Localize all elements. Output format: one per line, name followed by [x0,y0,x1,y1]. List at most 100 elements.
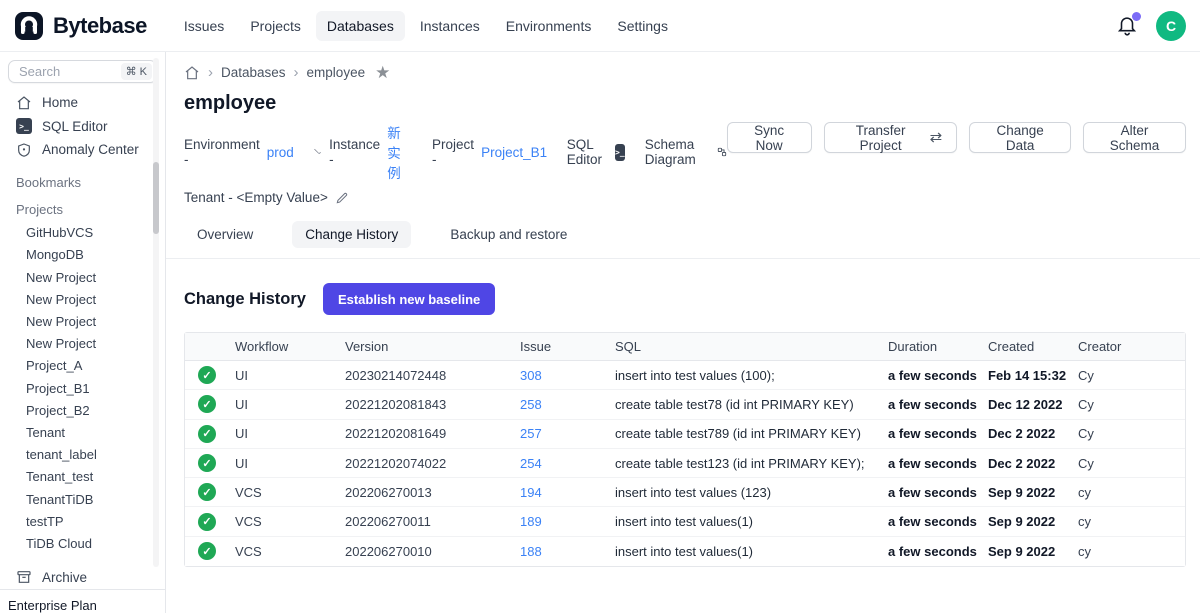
instance-link[interactable]: 新实例 [387,122,412,182]
search-box[interactable]: ⌘ K [8,60,157,83]
cell-created: Sep 9 2022 [988,514,1078,529]
transfer-project-button[interactable]: Transfer Project ⇄ [824,122,958,153]
avatar[interactable]: C [1156,11,1186,41]
topnav-right: C [1116,11,1186,41]
cell-created: Dec 12 2022 [988,397,1078,412]
sql-editor-icon[interactable]: >_ [615,144,626,161]
issue-link[interactable]: 189 [520,514,615,529]
issue-link[interactable]: 188 [520,544,615,559]
sidebar-project-item[interactable]: Tenant_test [0,466,165,488]
tab[interactable]: Overview [184,221,266,248]
nav-item-label: Settings [617,18,668,34]
success-check-icon: ✓ [198,425,216,443]
table-row[interactable]: ✓ VCS 202206270011 189 insert into test … [185,507,1185,536]
brand-name: Bytebase [53,13,147,39]
sidebar-project-item[interactable]: TiDB Cloud [0,532,165,554]
column-header: Workflow [235,339,345,354]
schema-diagram-label: Schema Diagram [645,137,710,167]
breadcrumb-home-icon[interactable] [184,65,200,81]
tenant-label: Tenant - <Empty Value> [184,190,328,205]
sidebar-project-item[interactable]: TenantTiDB [0,488,165,510]
nav-item[interactable]: Environments [495,11,603,41]
sidebar-project-item[interactable]: New Project [0,310,165,332]
notification-dot [1132,12,1141,21]
change-history-section-header: Change History Establish new baseline [184,283,1186,315]
edit-pencil-icon[interactable] [335,191,349,205]
sidebar-project-item[interactable]: MongoDB [0,244,165,266]
sync-now-button[interactable]: Sync Now [727,122,812,153]
issue-link[interactable]: 194 [520,485,615,500]
table-body: ✓ UI 20230214072448 308 insert into test… [185,361,1185,566]
cell-sql: insert into test values(1) [615,544,888,559]
schema-diagram-icon[interactable] [717,144,727,160]
cell-duration: a few seconds [888,514,988,529]
tab[interactable]: Change History [292,221,411,248]
sidebar-scrollbar-track[interactable] [153,58,159,567]
alter-schema-button[interactable]: Alter Schema [1083,122,1186,153]
cell-workflow: UI [235,426,345,441]
project-link[interactable]: Project_B1 [481,145,547,160]
top-navbar: Bytebase Issues Projects Databases Insta… [0,0,1200,52]
brand[interactable]: Bytebase [14,11,147,41]
favorite-star-icon[interactable]: ★ [375,64,390,81]
cell-created: Sep 9 2022 [988,544,1078,559]
sidebar-project-item[interactable]: Tenant [0,421,165,443]
change-data-button[interactable]: Change Data [969,122,1071,153]
sidebar-project-item[interactable]: New Project [0,288,165,310]
success-check-icon: ✓ [198,395,216,413]
cell-version: 20221202074022 [345,456,520,471]
nav-item[interactable]: Projects [239,11,312,41]
sidebar-scrollbar-thumb[interactable] [153,162,159,234]
table-row[interactable]: ✓ UI 20221202081649 257 create table tes… [185,420,1185,449]
establish-baseline-button[interactable]: Establish new baseline [323,283,495,315]
table-row[interactable]: ✓ VCS 202206270010 188 insert into test … [185,537,1185,566]
table-row[interactable]: ✓ UI 20230214072448 308 insert into test… [185,361,1185,390]
sidebar-project-item[interactable]: GitHubVCS [0,222,165,244]
sidebar-project-item[interactable]: tenant_label [0,444,165,466]
cell-version: 202206270013 [345,485,520,500]
cell-created: Feb 14 15:32 [988,368,1078,383]
issue-link[interactable]: 257 [520,426,615,441]
sidebar: ⌘ K Home >_ SQL Editor Anomaly Center Bo… [0,52,166,613]
sidebar-project-item[interactable]: Project_A [0,355,165,377]
breadcrumb-databases[interactable]: Databases [221,65,286,80]
issue-link[interactable]: 258 [520,397,615,412]
sidebar-item-home[interactable]: Home [0,91,165,115]
sidebar-item-sql-editor[interactable]: >_ SQL Editor [0,114,165,138]
home-icon [16,95,32,111]
tab[interactable]: Backup and restore [437,221,580,248]
cell-duration: a few seconds [888,426,988,441]
cell-workflow: VCS [235,544,345,559]
success-check-icon: ✓ [198,454,216,472]
sidebar-project-item[interactable]: New Project [0,333,165,355]
sidebar-item-anomaly-center[interactable]: Anomaly Center [0,138,165,162]
cell-created: Dec 2 2022 [988,426,1078,441]
nav-item[interactable]: Settings [606,11,679,41]
sync-now-label: Sync Now [742,123,797,153]
sidebar-project-item[interactable]: Project_B2 [0,399,165,421]
issue-link[interactable]: 254 [520,456,615,471]
table-row[interactable]: ✓ UI 20221202081843 258 create table tes… [185,390,1185,419]
environment-link[interactable]: prod [267,145,294,160]
sidebar-project-item[interactable]: New Project [0,266,165,288]
nav-item[interactable]: Issues [173,11,235,41]
change-data-label: Change Data [984,123,1056,153]
plan-label: Enterprise Plan [0,589,165,613]
nav-item[interactable]: Instances [409,11,491,41]
sidebar-project-item[interactable]: Project_B1 [0,377,165,399]
terminal-icon: >_ [16,118,32,134]
breadcrumb-employee[interactable]: employee [307,65,366,80]
table-row[interactable]: ✓ UI 20221202074022 254 create table tes… [185,449,1185,478]
search-input[interactable] [17,63,121,80]
sidebar-item-archive[interactable]: Archive [0,566,165,590]
meta-column: Environment - prod Instance - 新实例 Projec… [184,122,727,205]
issue-link[interactable]: 308 [520,368,615,383]
archive-icon [16,569,32,585]
table-row[interactable]: ✓ VCS 202206270013 194 insert into test … [185,478,1185,507]
notifications-button[interactable] [1116,14,1140,38]
nav-item[interactable]: Databases [316,11,405,41]
table-header-row: Workflow Version Issue SQL Duration Crea… [185,333,1185,361]
sidebar-project-item[interactable]: testTP [0,510,165,532]
transfer-project-label: Transfer Project [839,123,923,153]
cell-workflow: UI [235,456,345,471]
